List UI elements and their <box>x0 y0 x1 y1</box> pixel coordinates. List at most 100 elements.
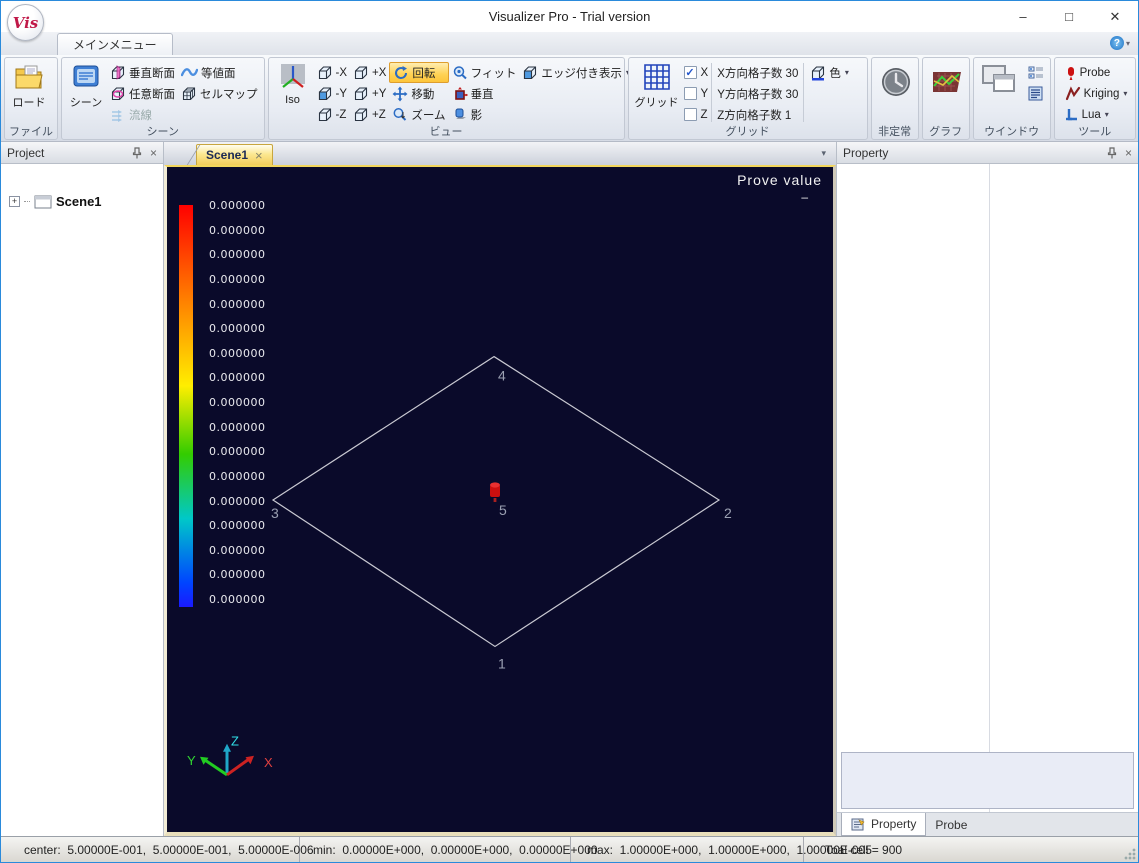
property-grid-divider <box>989 164 990 812</box>
shadow-button[interactable]: 影 <box>449 104 520 125</box>
vertical-section-button[interactable]: 垂直断面 <box>107 62 178 83</box>
arbitrary-section-icon <box>111 86 125 100</box>
view-minus-x-label: -X <box>335 66 348 79</box>
tree-expander-icon[interactable]: + <box>9 196 20 207</box>
edge-display-button[interactable]: エッジ付き表示 ▾ <box>519 62 633 83</box>
tab-slant-decoration <box>163 145 201 165</box>
arbitrary-section-label: 任意断面 <box>129 88 176 101</box>
colorbar-label: 0.000000 <box>209 223 266 237</box>
view-minus-y-button[interactable]: -Y <box>314 83 351 104</box>
vertical-section-icon <box>111 64 125 80</box>
grid-x-checkbox[interactable]: ✓ X <box>683 62 708 83</box>
rotate-label: 回転 <box>412 67 436 80</box>
view-plus-z-button[interactable]: +Z <box>350 104 389 125</box>
probe-icon <box>1067 66 1074 80</box>
shadow-icon <box>455 108 466 119</box>
project-panel: Project × + Scene1 <box>1 142 164 836</box>
cellmap-icon <box>182 86 196 100</box>
cellmap-button[interactable]: セルマップ <box>178 83 261 104</box>
tab-close-icon[interactable]: × <box>255 148 263 163</box>
tile-windows-button[interactable] <box>977 60 1023 100</box>
tab-main-menu[interactable]: メインメニュー <box>57 33 173 55</box>
vertex-label-2: 2 <box>724 505 732 521</box>
chevron-down-icon: ▾ <box>1123 89 1128 98</box>
scene-button[interactable]: シーン <box>65 60 107 112</box>
iso-view-button[interactable]: Iso <box>272 60 314 108</box>
kriging-icon <box>1065 86 1080 101</box>
tab-list-dropdown-icon[interactable]: ▾ <box>821 148 826 159</box>
colorbar-label: 0.000000 <box>209 543 266 557</box>
maximize-button[interactable]: □ <box>1046 1 1092 32</box>
kriging-button[interactable]: Kriging ▾ <box>1062 83 1131 104</box>
ribbon-group-scene: シーン 垂直断面 任意断面 流線 等値面 セルマップ シーン <box>61 57 265 140</box>
tools-group-label: ツール <box>1078 126 1112 138</box>
view-plus-y-button[interactable]: +Y <box>350 83 389 104</box>
grid-z-count[interactable]: Z方向格子数 1 <box>715 104 800 125</box>
tree-node-label[interactable]: Scene1 <box>56 194 102 209</box>
grid-x-count[interactable]: X方向格子数 30 <box>715 62 800 83</box>
colorbar-label: 0.000000 <box>209 248 266 262</box>
view-group-label: ビュー <box>429 126 463 138</box>
iso-axes-icon <box>280 64 305 88</box>
document-tab-scene1[interactable]: Scene1 × <box>196 144 273 165</box>
isosurface-button[interactable]: 等値面 <box>178 62 261 83</box>
arbitrary-section-button[interactable]: 任意断面 <box>107 83 178 104</box>
grid-y-checkbox[interactable]: Y <box>683 83 708 104</box>
view-plus-x-button[interactable]: +X <box>350 62 389 83</box>
view-plus-x-label: +X <box>372 66 387 79</box>
zoom-button[interactable]: ズーム <box>389 104 448 125</box>
rotate-icon <box>395 65 408 79</box>
unsteady-button[interactable] <box>875 60 917 104</box>
grid-z-label: Z <box>700 108 708 121</box>
folder-icon <box>15 65 43 89</box>
help-button[interactable]: ? ▾ <box>1109 36 1130 50</box>
zoom-icon <box>393 107 407 121</box>
property-grid[interactable] <box>837 164 1138 812</box>
window-list-button[interactable] <box>1025 83 1047 104</box>
pin-icon[interactable] <box>132 146 142 159</box>
window-layout-button[interactable] <box>1025 62 1047 83</box>
graph-icon <box>932 72 961 92</box>
minimize-button[interactable]: – <box>1000 1 1046 32</box>
grid-color-button[interactable]: 色 ▾ <box>807 62 852 83</box>
resize-grip[interactable] <box>1124 848 1136 860</box>
load-button[interactable]: ロード <box>8 60 50 112</box>
window-layout-icon <box>1028 66 1043 78</box>
view-minus-z-button[interactable]: -Z <box>314 104 351 125</box>
streamline-label: 流線 <box>129 109 153 122</box>
graph-button[interactable] <box>926 60 968 104</box>
probe-marker[interactable] <box>490 482 500 503</box>
grid-button-label: グリッド <box>634 97 679 109</box>
lua-button[interactable]: Lua ▾ <box>1062 104 1131 125</box>
cube-minus-z-icon <box>318 107 331 121</box>
app-logo-icon[interactable]: Vis <box>7 4 44 41</box>
tab-property[interactable]: Property <box>841 813 927 836</box>
vertical-button[interactable]: 垂直 <box>449 83 520 104</box>
window-list-icon <box>1028 86 1043 101</box>
tab-property-label: Property <box>871 817 917 831</box>
pin-icon[interactable] <box>1107 146 1117 159</box>
close-panel-icon[interactable]: × <box>1125 146 1132 160</box>
close-button[interactable]: ✕ <box>1092 1 1138 32</box>
close-panel-icon[interactable]: × <box>150 146 157 160</box>
grid-y-count[interactable]: Y方向格子数 30 <box>715 83 800 104</box>
project-panel-header: Project × <box>1 142 163 164</box>
probe-button[interactable]: Probe <box>1062 62 1131 83</box>
view-minus-x-button[interactable]: -X <box>314 62 351 83</box>
property-panel-tabs: Property Probe <box>837 812 1138 836</box>
document-tab-label: Scene1 <box>206 148 249 162</box>
grid-button[interactable]: グリッド <box>632 60 682 112</box>
separator <box>711 63 713 122</box>
move-button[interactable]: 移動 <box>389 83 448 104</box>
viewport-3d[interactable]: 4 2 1 3 5 Z Y X 0.000000 0.000000 0.0000… <box>167 167 833 832</box>
fit-button[interactable]: フィット <box>449 62 520 83</box>
vertex-label-3: 3 <box>271 505 279 521</box>
tab-probe[interactable]: Probe <box>926 813 976 836</box>
move-label: 移動 <box>411 88 435 101</box>
rotate-button[interactable]: 回転 <box>389 62 449 83</box>
grid-icon <box>643 64 670 90</box>
grid-group-label: グリッド <box>725 126 770 138</box>
tree-node-scene1[interactable]: + Scene1 <box>1 194 163 209</box>
vertical-icon <box>454 86 468 100</box>
grid-z-checkbox[interactable]: Z <box>683 104 709 125</box>
